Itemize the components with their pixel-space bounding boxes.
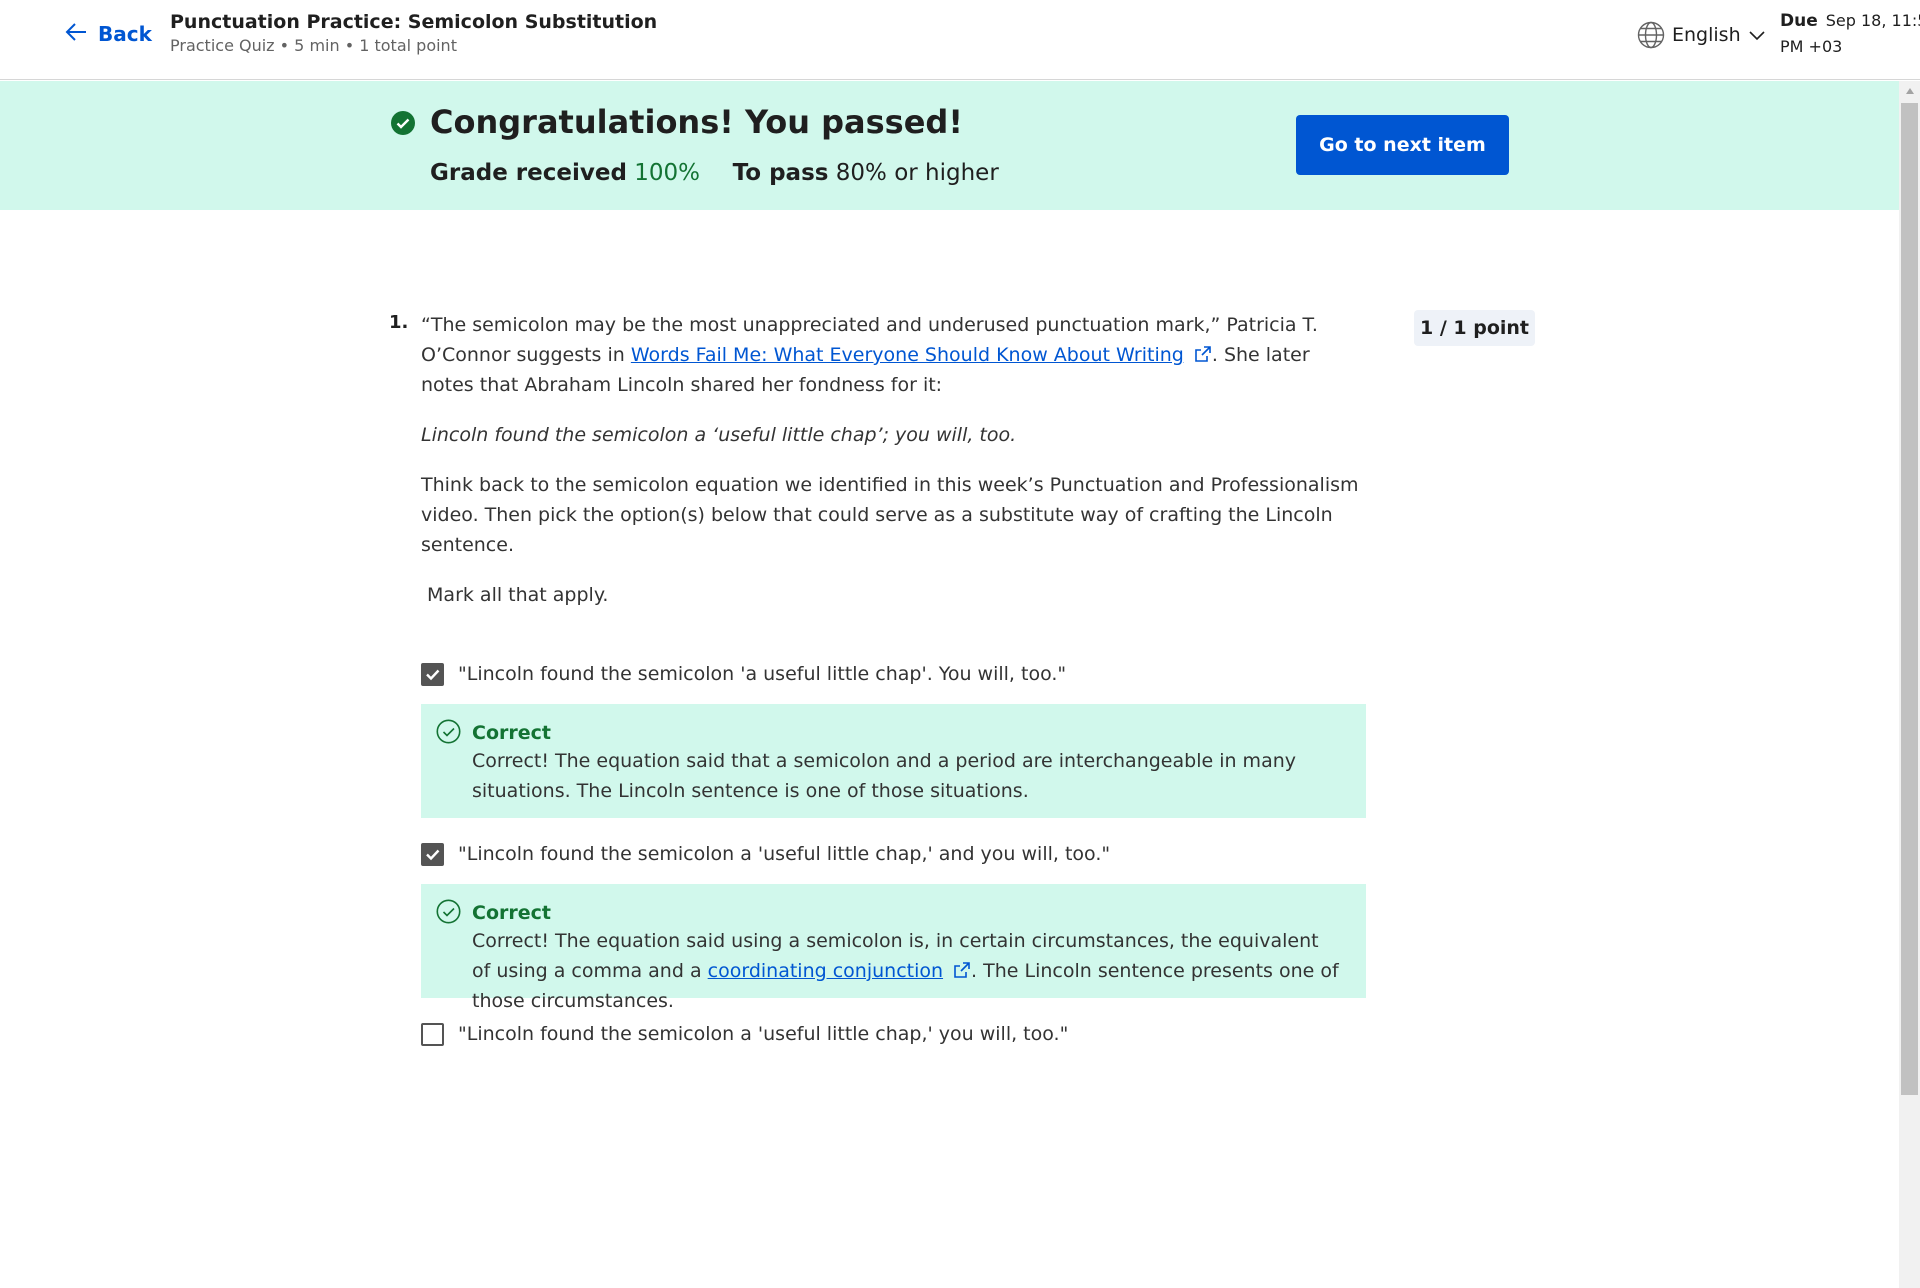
- language-selector[interactable]: English: [1636, 18, 1767, 52]
- answer-feedback-1: Correct Correct! The equation said that …: [421, 704, 1366, 818]
- mark-all-instruction: Mark all that apply.: [421, 584, 609, 606]
- pass-banner: Congratulations! You passed! Grade recei…: [0, 81, 1899, 210]
- pass-heading: Congratulations! You passed!: [430, 103, 963, 141]
- checkbox-unchecked[interactable]: [421, 1022, 444, 1046]
- option-text: "Lincoln found the semicolon a 'useful l…: [458, 843, 1111, 865]
- pass-threshold-value: 80%: [835, 160, 887, 186]
- answer-feedback-2: Correct Correct! The equation said using…: [421, 884, 1366, 1012]
- grade-summary: Grade received 100% To pass 80% or highe…: [430, 157, 999, 189]
- due-date-line1: Sep 18, 11:59: [1825, 11, 1920, 30]
- answer-option-2[interactable]: "Lincoln found the semicolon a 'useful l…: [421, 839, 1110, 869]
- due-date: Due Sep 18, 11:59 PM +03: [1780, 8, 1920, 60]
- external-link-icon: [954, 962, 970, 978]
- answer-option-1[interactable]: "Lincoln found the semicolon 'a useful l…: [421, 659, 1066, 689]
- feedback-title: Correct: [472, 722, 551, 744]
- go-to-next-item-button[interactable]: Go to next item: [1296, 115, 1509, 175]
- option-text: "Lincoln found the semicolon a 'useful l…: [458, 1023, 1069, 1045]
- item-title-block: Punctuation Practice: Semicolon Substitu…: [170, 10, 657, 57]
- coordinating-conjunction-link[interactable]: coordinating conjunction: [708, 960, 943, 982]
- arrow-left-icon: [64, 19, 90, 50]
- top-bar: Back Punctuation Practice: Semicolon Sub…: [0, 0, 1920, 80]
- check-circle-outline-icon: [436, 899, 461, 924]
- checkbox-checked[interactable]: [421, 842, 444, 866]
- scroll-up-arrow-icon[interactable]: [1899, 81, 1920, 101]
- question-prompt: “The semicolon may be the most unappreci…: [421, 310, 1366, 630]
- question-instruction: Think back to the semicolon equation we …: [421, 474, 1359, 556]
- option-text: "Lincoln found the semicolon 'a useful l…: [458, 663, 1067, 685]
- feedback-text: Correct! The equation said using a semic…: [472, 926, 1342, 1016]
- check-circle-icon: [391, 111, 415, 135]
- external-link-icon: [1195, 346, 1211, 362]
- grade-label: Grade received: [430, 160, 627, 186]
- due-label: Due: [1780, 11, 1818, 31]
- chevron-down-icon: [1747, 25, 1767, 45]
- grade-value: 100%: [634, 160, 701, 186]
- question-intro: “The semicolon may be the most unappreci…: [421, 310, 1366, 400]
- scrollbar-thumb[interactable]: [1901, 103, 1918, 1095]
- feedback-title: Correct: [472, 902, 551, 924]
- scrollbar[interactable]: [1899, 81, 1920, 1288]
- check-circle-outline-icon: [436, 719, 461, 744]
- due-date-line2: PM +03: [1780, 37, 1843, 56]
- answer-option-3[interactable]: "Lincoln found the semicolon a 'useful l…: [421, 1019, 1068, 1049]
- back-label: Back: [98, 22, 152, 46]
- pass-threshold-suffix: or higher: [894, 160, 999, 186]
- checkmark-icon: [426, 669, 440, 680]
- checkbox-checked[interactable]: [421, 662, 444, 686]
- example-sentence: Lincoln found the semicolon a ‘useful li…: [421, 424, 1017, 446]
- question-points-badge: 1 / 1 point: [1414, 310, 1535, 346]
- page-title: Punctuation Practice: Semicolon Substitu…: [170, 11, 658, 33]
- question-number: 1.: [389, 312, 409, 333]
- language-label: English: [1672, 24, 1741, 46]
- checkmark-icon: [426, 849, 440, 860]
- back-button[interactable]: Back: [64, 20, 152, 48]
- globe-icon: [1636, 20, 1666, 50]
- item-meta: Practice Quiz • 5 min • 1 total point: [170, 36, 457, 55]
- book-link[interactable]: Words Fail Me: What Everyone Should Know…: [631, 344, 1184, 366]
- feedback-text: Correct! The equation said that a semico…: [472, 750, 1296, 802]
- pass-threshold-label: To pass: [732, 160, 829, 186]
